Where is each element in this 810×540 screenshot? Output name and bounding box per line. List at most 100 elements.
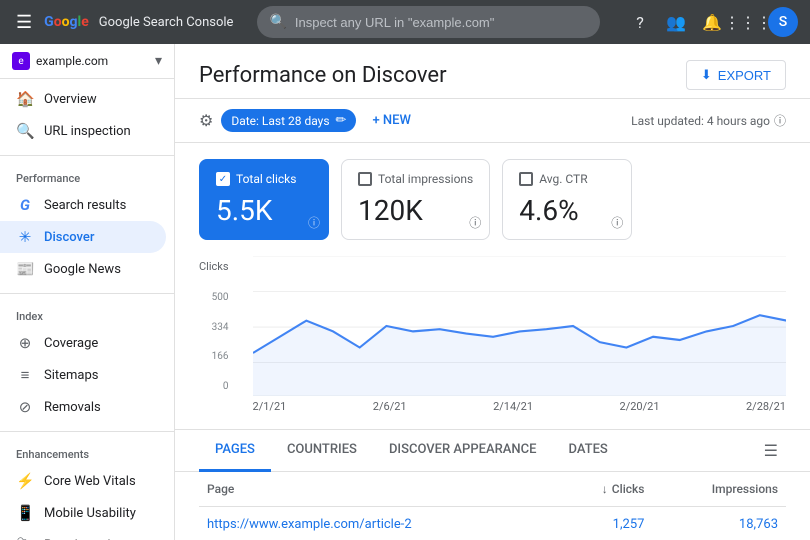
metric-checkbox-impressions	[358, 172, 372, 186]
app-name: Google Search Console	[99, 15, 234, 30]
nav-enhancements: Enhancements ⚡ Core Web Vitals 📱 Mobile …	[0, 436, 174, 540]
sidebar-item-mobile-usability[interactable]: 📱 Mobile Usability	[0, 497, 166, 529]
chart-y-mid2: 166	[212, 351, 229, 362]
sidebar-item-discover[interactable]: ✳ Discover	[0, 221, 166, 253]
col-header-page: Page	[199, 472, 557, 507]
main-content: Performance on Discover ⬇ EXPORT ⚙ Date:…	[175, 44, 810, 540]
metric-checkbox-clicks	[216, 172, 230, 186]
property-icon: e	[12, 52, 30, 70]
nav-label-discover: Discover	[44, 230, 94, 245]
app-logo: Google Google Search Console	[44, 14, 233, 30]
tabs-bar: PAGES COUNTRIES DISCOVER APPEARANCE DATE…	[175, 430, 810, 472]
filter-icon[interactable]: ⚙	[199, 111, 213, 130]
metric-info-impressions: ⓘ	[469, 214, 481, 231]
filters-bar: ⚙ Date: Last 28 days ✏ + NEW Last update…	[175, 99, 810, 143]
export-label: EXPORT	[718, 68, 771, 83]
metric-cards: Total clicks 5.5K ⓘ Total impressions 12…	[175, 143, 810, 248]
metric-card-total-clicks[interactable]: Total clicks 5.5K ⓘ	[199, 159, 329, 240]
property-selector[interactable]: e example.com ▾	[0, 44, 174, 79]
vitals-icon: ⚡	[16, 472, 34, 490]
sidebar-item-core-web-vitals[interactable]: ⚡ Core Web Vitals	[0, 465, 166, 497]
search-input[interactable]	[295, 15, 588, 30]
chart-y-min: 0	[223, 381, 229, 392]
sidebar-item-search-results[interactable]: G Search results	[0, 189, 166, 221]
date-filter-label: Date: Last 28 days	[231, 114, 329, 128]
last-updated: Last updated: 4 hours ago ⓘ	[631, 112, 786, 129]
col-header-clicks[interactable]: ↓ Clicks	[557, 472, 652, 507]
apps-icon[interactable]: ⋮⋮⋮	[732, 6, 764, 38]
mobile-icon: 📱	[16, 504, 34, 522]
sidebar-item-removals[interactable]: ⊘ Removals	[0, 391, 166, 423]
new-filter-label: + NEW	[372, 113, 410, 128]
menu-icon[interactable]: ☰	[12, 8, 36, 37]
search-nav-icon: 🔍	[16, 122, 34, 140]
sidebar-item-breadcrumbs[interactable]: 🏷 Breadcrumbs	[0, 529, 166, 540]
chart-x-label-3: 2/20/21	[620, 400, 660, 413]
nav-label-core-web-vitals: Core Web Vitals	[44, 474, 136, 489]
row-0-clicks: 1,257	[557, 507, 652, 540]
performance-section-label: Performance	[0, 164, 174, 189]
info-icon: ⓘ	[774, 112, 786, 129]
topbar-actions: ? 👥 🔔 ⋮⋮⋮ S	[624, 6, 798, 38]
metric-value-clicks: 5.5K	[216, 194, 312, 227]
avatar[interactable]: S	[768, 7, 798, 37]
tab-dates[interactable]: DATES	[552, 430, 623, 472]
home-icon: 🏠	[16, 90, 34, 108]
help-icon[interactable]: ?	[624, 6, 656, 38]
sidebar-item-overview[interactable]: 🏠 Overview	[0, 83, 166, 115]
breadcrumbs-icon: 🏷	[16, 536, 34, 540]
chart-x-label-1: 2/6/21	[373, 400, 407, 413]
property-name: example.com	[36, 54, 149, 68]
export-button[interactable]: ⬇ EXPORT	[686, 60, 786, 90]
sidebar-item-url-inspection[interactable]: 🔍 URL inspection	[0, 115, 166, 147]
table-container: Page ↓ Clicks Impressions	[175, 472, 810, 540]
row-0-impressions: 18,763	[652, 507, 786, 540]
profiles-icon[interactable]: 👥	[660, 6, 692, 38]
discover-icon: ✳	[16, 228, 34, 246]
nav-label-google-news: Google News	[44, 262, 121, 277]
sitemaps-icon: ≡	[16, 366, 34, 384]
chart-x-labels: 2/1/21 2/6/21 2/14/21 2/20/21 2/28/21	[253, 396, 786, 413]
export-icon: ⬇	[701, 67, 712, 83]
metric-label-ctr: Avg. CTR	[539, 172, 587, 186]
metric-card-impressions[interactable]: Total impressions 120K ⓘ	[341, 159, 490, 240]
metric-info-clicks: ⓘ	[308, 214, 320, 231]
nav-label-removals: Removals	[44, 400, 101, 415]
nav-label-coverage: Coverage	[44, 336, 98, 351]
last-updated-text: Last updated: 4 hours ago	[631, 114, 770, 128]
col-header-impressions[interactable]: Impressions	[652, 472, 786, 507]
row-0-url[interactable]: https://www.example.com/article-2	[199, 507, 557, 540]
filter-table-icon[interactable]: ☰	[756, 433, 786, 468]
new-filter-button[interactable]: + NEW	[364, 109, 418, 132]
nav-label-sitemaps: Sitemaps	[44, 368, 99, 383]
chart-y-mid1: 334	[212, 322, 229, 333]
metric-info-ctr: ⓘ	[611, 214, 623, 231]
sidebar-item-sitemaps[interactable]: ≡ Sitemaps	[0, 359, 166, 391]
sidebar: e example.com ▾ 🏠 Overview 🔍 URL inspect…	[0, 44, 175, 540]
tab-discover-appearance[interactable]: DISCOVER APPEARANCE	[373, 430, 553, 472]
sidebar-item-google-news[interactable]: 📰 Google News	[0, 253, 166, 285]
app-logo-text: Google	[44, 14, 89, 30]
chart-x-label-0: 2/1/21	[253, 400, 287, 413]
table-row: https://www.example.com/article-2 1,257 …	[199, 507, 786, 540]
tab-pages[interactable]: PAGES	[199, 430, 271, 472]
date-filter-chip[interactable]: Date: Last 28 days ✏	[221, 109, 356, 132]
sort-down-icon: ↓	[602, 482, 608, 496]
chart-container	[253, 256, 786, 396]
layout: e example.com ▾ 🏠 Overview 🔍 URL inspect…	[0, 44, 810, 540]
sidebar-item-coverage[interactable]: ⊕ Coverage	[0, 327, 166, 359]
google-icon: G	[16, 196, 34, 214]
data-table: Page ↓ Clicks Impressions	[199, 472, 786, 540]
metric-card-header-impressions: Total impressions	[358, 172, 473, 186]
chart-x-label-4: 2/28/21	[746, 400, 786, 413]
nav-main: 🏠 Overview 🔍 URL inspection	[0, 79, 174, 151]
chart-y-max: 500	[212, 292, 229, 303]
search-bar[interactable]: 🔍	[257, 6, 600, 38]
chart-area: Clicks 500 334 166 0	[175, 248, 810, 430]
tab-countries[interactable]: COUNTRIES	[271, 430, 373, 472]
news-icon: 📰	[16, 260, 34, 278]
index-section-label: Index	[0, 302, 174, 327]
chart-svg	[253, 256, 786, 396]
search-icon: 🔍	[269, 14, 286, 30]
metric-card-ctr[interactable]: Avg. CTR 4.6% ⓘ	[502, 159, 632, 240]
